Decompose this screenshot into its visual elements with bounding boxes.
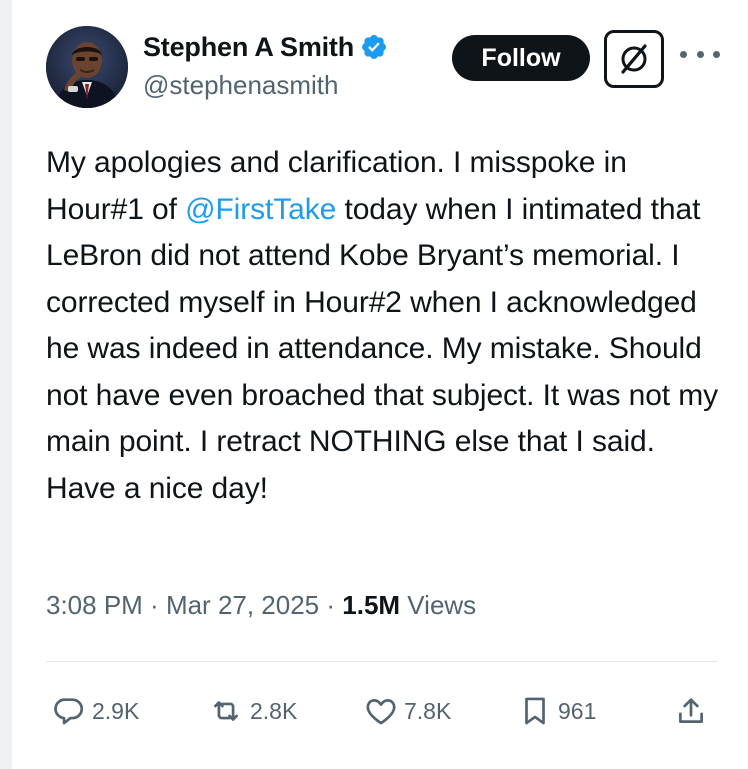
repost-button[interactable]: 2.8K [208, 688, 297, 734]
display-name-row: Stephen A Smith [143, 30, 388, 64]
bookmark-count: 961 [558, 697, 597, 724]
like-button[interactable]: 7.8K [364, 688, 451, 734]
avatar[interactable] [46, 26, 128, 108]
tweet-text: My apologies and clarification. I misspo… [46, 140, 726, 512]
follow-button[interactable]: Follow [452, 35, 590, 81]
divider [46, 661, 718, 662]
more-icon[interactable] [680, 44, 720, 64]
more-dot [696, 50, 704, 58]
reply-count: 2.9K [92, 697, 140, 724]
author-block: Stephen A Smith @stephenasmith [143, 30, 388, 101]
tweet-text-after: today when I intimated that LeBron did n… [46, 192, 719, 505]
more-dot [680, 50, 687, 58]
repost-icon [214, 701, 238, 721]
meta-separator: · [319, 590, 343, 620]
repost-count: 2.8K [250, 697, 298, 724]
share-icon [679, 698, 703, 723]
grok-icon [621, 44, 647, 74]
views-label: Views [400, 590, 477, 620]
heart-icon [366, 699, 396, 725]
reply-icon [54, 698, 84, 725]
display-name[interactable]: Stephen A Smith [143, 32, 354, 63]
tweet-meta: 3:08 PM · Mar 27, 2025 · 1.5M Views [46, 590, 476, 621]
reply-button[interactable]: 2.9K [52, 688, 139, 734]
views-count[interactable]: 1.5M [342, 590, 400, 620]
tweet-date[interactable]: Mar 27, 2025 [166, 590, 319, 620]
left-edge-strip [0, 0, 12, 769]
share-button[interactable] [674, 688, 708, 734]
tweet-time[interactable]: 3:08 PM [46, 590, 143, 620]
mention-link[interactable]: @FirstTake [185, 193, 336, 226]
grok-button[interactable] [604, 30, 664, 88]
like-count: 7.8K [404, 697, 452, 724]
bookmark-icon [525, 697, 545, 725]
handle[interactable]: @stephenasmith [143, 70, 388, 101]
verified-badge-icon [362, 35, 386, 59]
more-dot [713, 50, 720, 58]
bookmark-button[interactable]: 961 [518, 688, 596, 734]
meta-separator: · [142, 590, 166, 620]
action-bar: 2.9K 2.8K 7.8K 961 [48, 688, 718, 734]
